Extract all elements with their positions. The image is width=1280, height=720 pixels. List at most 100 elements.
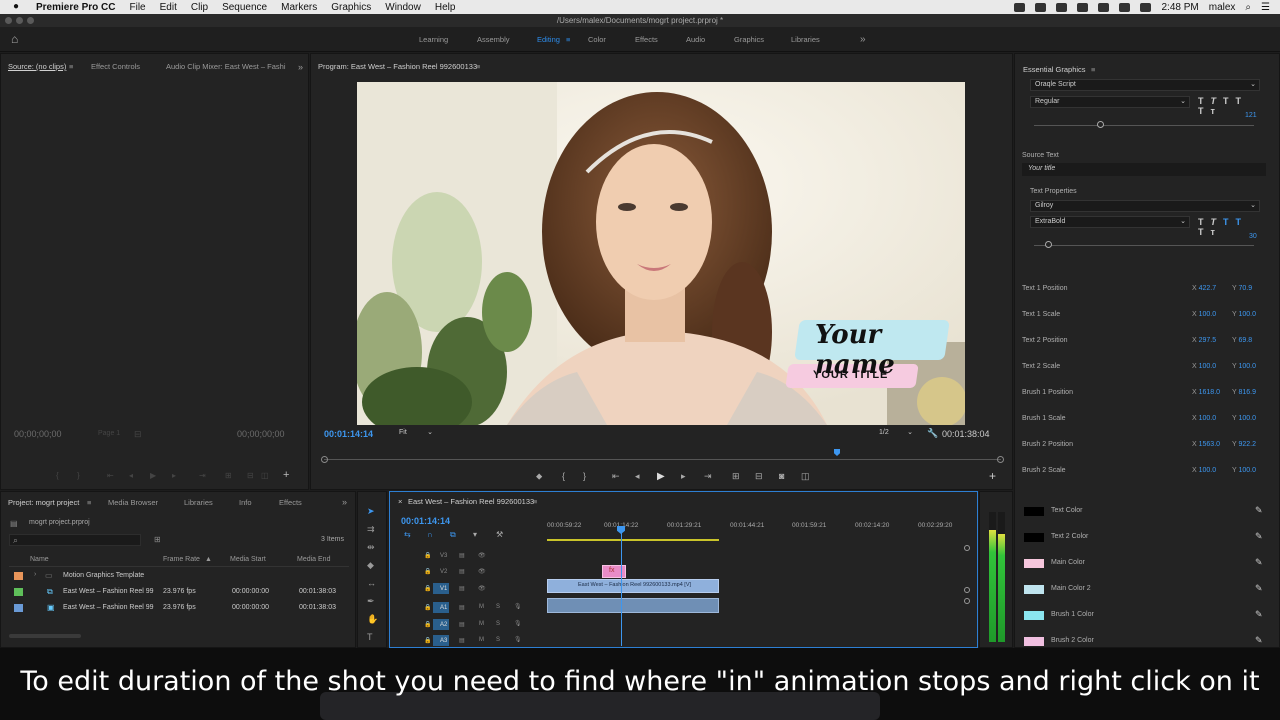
color-swatch-text[interactable] [1024,507,1044,516]
menu-window[interactable]: Window [385,2,421,13]
workspace-editing[interactable]: Editing [537,27,560,52]
workspace-effects[interactable]: Effects [635,27,658,52]
style-dropdown-2[interactable]: ExtraBold ⌄ [1030,216,1190,228]
scroll-handle[interactable] [964,598,970,604]
font-dropdown-2[interactable]: Gilroy ⌄ [1030,200,1260,212]
sync-icon[interactable]: ▤ [459,568,465,575]
timeline-scroll-handles[interactable] [964,542,970,604]
scrub-out-handle[interactable] [997,456,1004,463]
source-step-back-icon[interactable]: ◂ [129,471,133,480]
track-label-a2[interactable]: A2 [440,622,447,628]
tab-media-browser[interactable]: Media Browser [108,498,158,507]
mute-icon[interactable]: M [479,637,484,643]
table-row[interactable]: ▣ East West – Fashion Reel 99 23.976 fps… [9,603,349,615]
graphic-clip-v2[interactable]: fx [602,565,626,578]
table-row[interactable]: › ▭ Motion Graphics Template [9,571,349,583]
mic-icon[interactable]: 🎙 [514,636,522,643]
snap-icon[interactable]: ∩ [427,530,433,539]
source-timecode-out[interactable]: 00;00;00;00 [237,429,285,439]
menu-edit[interactable]: Edit [160,2,177,13]
razor-tool-icon[interactable]: ◆ [367,560,374,570]
export-frame-icon[interactable]: ◙ [779,471,784,481]
source-go-out-icon[interactable]: ⇥ [199,471,206,480]
mark-in-icon[interactable]: { [562,471,565,481]
label-color-chip[interactable] [14,588,23,596]
workspace-assembly[interactable]: Assembly [477,27,510,52]
col-media-start[interactable]: Media Start [230,556,266,563]
eg-menu-icon[interactable]: ≡ [1091,65,1095,74]
timeline-playhead[interactable] [621,526,622,646]
resolution-dropdown[interactable]: 1/2 ⌄ [875,428,915,440]
menu-sequence[interactable]: Sequence [222,2,267,13]
workspace-color[interactable]: Color [588,27,606,52]
menu-app-name[interactable]: Premiere Pro CC [36,2,115,13]
prop-xy[interactable]: Y 922.2 [1232,441,1256,448]
source-timecode-in[interactable]: 00;00;00;00 [14,429,62,439]
step-back-icon[interactable]: ◂ [635,471,640,482]
lock-icon[interactable]: 🔒 [424,621,431,628]
battery-status-icon[interactable] [1140,2,1152,12]
camera-status-icon[interactable] [1014,2,1026,12]
source-mark-in-icon[interactable]: { [56,471,59,480]
selection-tool-icon[interactable]: ➤ [367,506,375,516]
menubar-clock[interactable]: 2:48 PM [1161,2,1198,13]
apple-icon[interactable]: ● [13,1,19,12]
wrench-icon[interactable]: 🔧 [927,428,938,439]
sequence-menu-icon[interactable]: ≡ [533,497,537,506]
go-to-out-icon[interactable]: ⇥ [704,471,712,482]
project-menu-icon[interactable]: ≡ [87,498,91,507]
close-window-button[interactable] [5,17,12,24]
prop-xy[interactable]: X 1618.0 [1192,389,1220,396]
prop-xy[interactable]: X 100.0 [1192,415,1216,422]
time-ruler[interactable]: 00:00:59:22 00:01:14:22 00:01:29:21 00:0… [547,522,967,542]
program-playhead[interactable] [834,449,840,456]
settings-wrench-icon[interactable]: ⚒ [496,530,503,539]
mark-out-icon[interactable]: } [583,471,586,481]
lock-icon[interactable]: 🔒 [424,604,431,611]
lock-icon[interactable]: 🔒 [424,637,431,644]
new-bin-icon[interactable]: ⊞ [154,535,161,544]
program-menu-icon[interactable]: ≡ [476,62,480,71]
tab-effect-controls[interactable]: Effect Controls [91,62,140,71]
spotlight-icon[interactable]: ⌕ [1245,2,1251,13]
prop-xy[interactable]: X 100.0 [1192,363,1216,370]
prop-xy[interactable]: Y 100.0 [1232,467,1256,474]
menu-file[interactable]: File [129,2,145,13]
font-size-2[interactable]: 30 [1249,233,1257,240]
tab-effects[interactable]: Effects [279,498,302,507]
work-area-bar[interactable] [547,539,719,541]
color-swatch-brush-2[interactable] [1024,637,1044,646]
sync-icon[interactable]: ▤ [459,585,465,592]
eyedropper-icon[interactable]: ✎ [1255,609,1263,620]
mute-icon[interactable]: M [479,621,484,627]
eyedropper-icon[interactable]: ✎ [1255,583,1263,594]
sync-icon[interactable]: ▤ [459,552,465,559]
chevron-right-icon[interactable]: › [34,571,36,578]
text-style-buttons-2[interactable]: TTTT Tт [1198,217,1280,237]
mic-icon[interactable]: 🎙 [514,603,522,610]
text-style-buttons[interactable]: TTTT Tт [1198,96,1280,116]
menu-graphics[interactable]: Graphics [331,2,371,13]
eyedropper-icon[interactable]: ✎ [1255,557,1263,568]
fit-dropdown[interactable]: Fit ⌄ [395,428,435,440]
source-insert-icon[interactable]: ⊞ [225,471,232,480]
scroll-handle[interactable] [964,587,970,593]
solo-icon[interactable]: S [496,604,500,610]
prop-xy[interactable]: X 100.0 [1192,467,1216,474]
more-workspaces-icon[interactable]: » [860,27,866,52]
add-marker-icon[interactable]: ▾ [473,530,477,539]
font-dropdown-1[interactable]: Oraqle Script ⌄ [1030,79,1260,91]
overlay-title-text[interactable]: YOUR TITLE [813,369,888,381]
label-color-chip[interactable] [14,572,23,580]
font-size-1[interactable]: 121 [1245,112,1257,119]
type-tool-icon[interactable]: T [367,632,373,642]
source-step-fwd-icon[interactable]: ▸ [172,471,176,480]
lock-icon[interactable]: 🔒 [424,568,431,575]
track-select-tool-icon[interactable]: ⇉ [367,524,375,534]
add-marker-icon[interactable]: ⬥ [536,471,542,482]
col-media-end[interactable]: Media End [297,556,330,563]
label-color-chip[interactable] [14,604,23,612]
slip-tool-icon[interactable]: ↔ [367,578,376,588]
prop-xy[interactable]: Y 70.9 [1232,285,1252,292]
tab-info[interactable]: Info [239,498,252,507]
